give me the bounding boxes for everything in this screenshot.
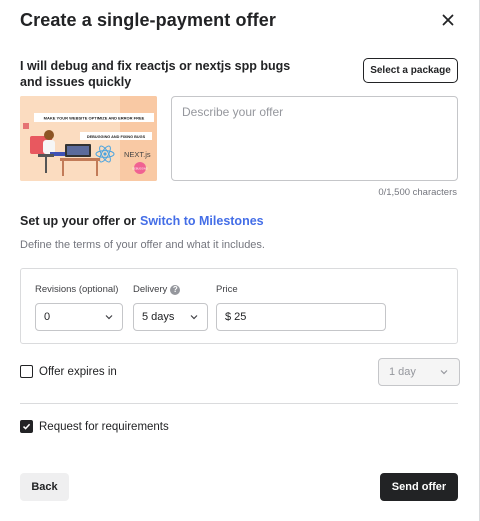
select-package-button[interactable]: Select a package bbox=[363, 58, 458, 83]
delivery-value: 5 days bbox=[142, 311, 175, 323]
divider bbox=[20, 403, 458, 404]
price-label: Price bbox=[216, 284, 238, 295]
chevron-down-icon bbox=[105, 315, 113, 320]
thumbnail-banner-text: MAKE YOUR WEBSITE OPTIMIZE AND ERROR FRE… bbox=[44, 116, 145, 121]
expiry-select: 1 day bbox=[378, 358, 460, 386]
delivery-select[interactable]: 5 days bbox=[133, 303, 208, 331]
setup-prefix: Set up your offer or bbox=[20, 214, 136, 228]
revisions-label: Revisions (optional) bbox=[35, 284, 118, 295]
close-icon bbox=[442, 14, 454, 26]
checkbox-unchecked-icon[interactable] bbox=[20, 365, 33, 378]
revisions-select[interactable]: 0 bbox=[35, 303, 123, 331]
price-value: $ 25 bbox=[225, 311, 247, 323]
request-requirements-label: Request for requirements bbox=[39, 420, 169, 433]
help-icon[interactable]: ? bbox=[170, 284, 181, 295]
setup-heading: Set up your offer or Switch to Milestones bbox=[20, 214, 264, 228]
close-button[interactable] bbox=[438, 10, 458, 30]
expiry-value: 1 day bbox=[389, 366, 416, 378]
thumbnail-badge-text: DEBUGGING bbox=[132, 168, 147, 171]
thumbnail-subtitle: DEBUGGING AND FIXING BUGS bbox=[87, 135, 146, 139]
thumbnail-logo-text: NEXT.js bbox=[124, 150, 151, 159]
revisions-value: 0 bbox=[44, 311, 51, 323]
revisions-label-text: Revisions (optional) bbox=[35, 284, 119, 295]
gig-title: I will debug and fix reactjs or nextjs s… bbox=[20, 59, 291, 89]
delivery-label: Delivery ? bbox=[133, 284, 181, 295]
checkbox-checked-icon[interactable] bbox=[20, 420, 33, 433]
chevron-down-icon bbox=[440, 370, 448, 375]
offer-expires-label: Offer expires in bbox=[39, 365, 117, 378]
switch-to-milestones-link[interactable]: Switch to Milestones bbox=[140, 214, 264, 228]
price-label-text: Price bbox=[216, 284, 238, 295]
back-button[interactable]: Back bbox=[20, 473, 69, 501]
delivery-label-text: Delivery bbox=[133, 284, 168, 295]
char-count: 0/1,500 characters bbox=[378, 187, 457, 198]
offer-modal: Create a single-payment offer I will deb… bbox=[0, 0, 480, 521]
setup-hint: Define the terms of your offer and what … bbox=[20, 239, 265, 251]
offer-description-input[interactable] bbox=[171, 96, 458, 181]
offer-expires-checkbox[interactable]: Offer expires in bbox=[20, 365, 117, 378]
chevron-down-icon bbox=[190, 315, 198, 320]
gig-thumbnail: MAKE YOUR WEBSITE OPTIMIZE AND ERROR FRE… bbox=[20, 96, 157, 181]
modal-title: Create a single-payment offer bbox=[20, 10, 276, 30]
offer-terms-panel: Revisions (optional) 0 Delivery ? 5 days… bbox=[20, 268, 458, 344]
price-input[interactable]: $ 25 bbox=[216, 303, 386, 331]
send-offer-button[interactable]: Send offer bbox=[380, 473, 458, 501]
request-requirements-checkbox[interactable]: Request for requirements bbox=[20, 420, 169, 433]
